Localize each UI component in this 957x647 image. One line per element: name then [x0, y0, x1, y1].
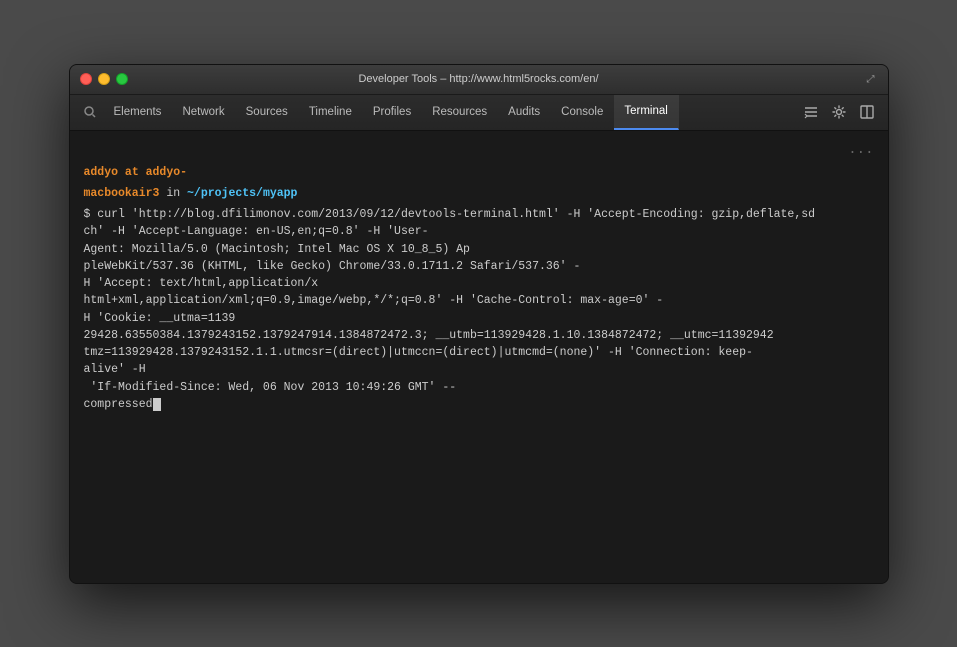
prompt-host: addyo-	[146, 166, 187, 179]
terminal-output-7: 29428.63550384.1379243152.1379247914.138…	[84, 327, 874, 344]
tab-resources[interactable]: Resources	[422, 95, 498, 130]
layout-icon[interactable]	[856, 101, 878, 123]
prompt-line-2: macbookair3 in ~/projects/myapp	[84, 185, 874, 202]
prompt-host2: macbookair3	[84, 187, 160, 200]
terminal-output-1: ch' -H 'Accept-Language: en-US,en;q=0.8'…	[84, 223, 874, 240]
tab-console[interactable]: Console	[551, 95, 614, 130]
titlebar-controls: ⤢	[864, 72, 878, 86]
toolbar: Elements Network Sources Timeline Profil…	[70, 95, 888, 131]
tab-timeline[interactable]: Timeline	[299, 95, 363, 130]
tab-terminal[interactable]: Terminal	[614, 95, 678, 130]
window-title: Developer Tools – http://www.html5rocks.…	[358, 73, 598, 85]
execute-icon[interactable]	[800, 101, 822, 123]
terminal-output-9: alive' -H	[84, 361, 874, 378]
prompt-path: ~/projects/myapp	[187, 187, 297, 200]
terminal-output-8: tmz=113929428.1379243152.1.1.utmcsr=(dir…	[84, 344, 874, 361]
terminal-output-5: html+xml,application/xml;q=0.9,image/web…	[84, 292, 874, 309]
terminal-dots-menu[interactable]: ···	[848, 143, 873, 164]
terminal-cursor	[153, 398, 161, 411]
terminal-command: $ curl 'http://blog.dfilimonov.com/2013/…	[84, 206, 874, 223]
tab-elements[interactable]: Elements	[104, 95, 173, 130]
close-button[interactable]	[80, 73, 92, 85]
terminal-output-11: compressed	[84, 396, 874, 413]
prompt-in: in	[159, 187, 187, 200]
tab-network[interactable]: Network	[172, 95, 235, 130]
terminal-body[interactable]: ··· addyo at addyo- macbookair3 in ~/pro…	[70, 131, 888, 583]
tab-audits[interactable]: Audits	[498, 95, 551, 130]
devtools-window: Developer Tools – http://www.html5rocks.…	[69, 64, 889, 584]
prompt-at: at	[118, 166, 146, 179]
resize-icon[interactable]: ⤢	[864, 72, 878, 86]
titlebar: Developer Tools – http://www.html5rocks.…	[70, 65, 888, 95]
search-area	[76, 95, 104, 130]
prompt-line: addyo at addyo-	[84, 164, 874, 181]
maximize-button[interactable]	[116, 73, 128, 85]
toolbar-right	[800, 95, 882, 130]
prompt-user: addyo	[84, 166, 119, 179]
terminal-output-10: 'If-Modified-Since: Wed, 06 Nov 2013 10:…	[84, 379, 874, 396]
minimize-button[interactable]	[98, 73, 110, 85]
terminal-output-2: Agent: Mozilla/5.0 (Macintosh; Intel Mac…	[84, 241, 874, 258]
terminal-output-3: pleWebKit/537.36 (KHTML, like Gecko) Chr…	[84, 258, 874, 275]
traffic-lights	[80, 73, 128, 85]
tab-profiles[interactable]: Profiles	[363, 95, 422, 130]
nav-tabs: Elements Network Sources Timeline Profil…	[104, 95, 679, 130]
tab-sources[interactable]: Sources	[236, 95, 299, 130]
search-icon[interactable]	[82, 104, 98, 120]
terminal-output-6: H 'Cookie: __utma=1139	[84, 310, 874, 327]
terminal-output-4: H 'Accept: text/html,application/x	[84, 275, 874, 292]
settings-icon[interactable]	[828, 101, 850, 123]
